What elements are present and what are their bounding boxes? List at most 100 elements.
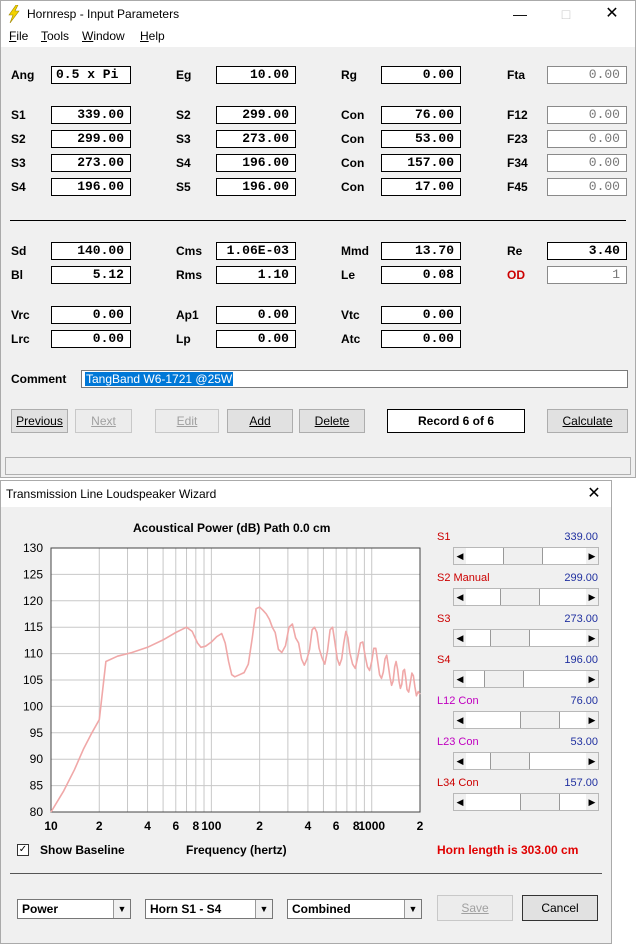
scroll-right-icon[interactable]: ▶	[586, 753, 598, 769]
scroll-left-icon[interactable]: ◀	[454, 794, 466, 810]
calculate-button[interactable]: Calculate	[547, 409, 628, 433]
x-tick-label: 8	[192, 819, 199, 833]
input-parameters-window: Hornresp - Input Parameters — □ ✕ File T…	[0, 0, 636, 478]
slider-value: 273.00	[564, 613, 598, 625]
slider-thumb[interactable]	[502, 548, 543, 564]
vrc-label: Vrc	[11, 308, 30, 322]
slider-scrollbar[interactable]: ◀ ▶	[453, 752, 599, 770]
comment-input[interactable]: TangBand W6-1721 @25W	[81, 370, 628, 388]
cms-input[interactable]: 1.06E-03	[216, 242, 296, 260]
horn-select[interactable]: Horn S1 - S4 ▼	[145, 899, 273, 919]
slider-scrollbar[interactable]: ◀ ▶	[453, 547, 599, 565]
con4-input[interactable]: 17.00	[381, 178, 461, 196]
tl-wizard-window: Transmission Line Loudspeaker Wizard ✕ A…	[0, 480, 612, 944]
s1-input[interactable]: 339.00	[51, 106, 131, 124]
con2-label: Con	[341, 132, 365, 146]
scroll-right-icon[interactable]: ▶	[586, 712, 598, 728]
scroll-left-icon[interactable]: ◀	[454, 753, 466, 769]
f34-input[interactable]: 0.00	[547, 154, 627, 172]
vrc-input[interactable]: 0.00	[51, 306, 131, 324]
s3-input[interactable]: 273.00	[51, 154, 131, 172]
slider-scrollbar[interactable]: ◀ ▶	[453, 629, 599, 647]
slider-thumb[interactable]	[520, 712, 561, 728]
scroll-left-icon[interactable]: ◀	[454, 671, 466, 687]
lrc-input[interactable]: 0.00	[51, 330, 131, 348]
atc-input[interactable]: 0.00	[381, 330, 461, 348]
menu-file[interactable]: File	[9, 29, 28, 43]
edit-button[interactable]: Edit	[155, 409, 219, 433]
delete-button[interactable]: Delete	[299, 409, 365, 433]
lp-input[interactable]: 0.00	[216, 330, 296, 348]
slider-thumb[interactable]	[490, 753, 530, 769]
s2-end-input[interactable]: 299.00	[216, 106, 296, 124]
mmd-input[interactable]: 13.70	[381, 242, 461, 260]
vtc-input[interactable]: 0.00	[381, 306, 461, 324]
show-baseline-checkbox[interactable]: ✓	[17, 844, 29, 856]
s4-end-input[interactable]: 196.00	[216, 154, 296, 172]
scroll-right-icon[interactable]: ▶	[586, 794, 598, 810]
window-title: Hornresp - Input Parameters	[27, 7, 180, 21]
slider-value: 196.00	[564, 654, 598, 666]
scroll-right-icon[interactable]: ▶	[586, 589, 598, 605]
scroll-left-icon[interactable]: ◀	[454, 712, 466, 728]
slider-thumb[interactable]	[490, 630, 530, 646]
scroll-left-icon[interactable]: ◀	[454, 548, 466, 564]
f45-input[interactable]: 0.00	[547, 178, 627, 196]
rg-input[interactable]: 0.00	[381, 66, 461, 84]
le-input[interactable]: 0.08	[381, 266, 461, 284]
s4-input[interactable]: 196.00	[51, 178, 131, 196]
slider-thumb[interactable]	[520, 794, 561, 810]
sd-input[interactable]: 140.00	[51, 242, 131, 260]
f12-input[interactable]: 0.00	[547, 106, 627, 124]
slider-scrollbar[interactable]: ◀ ▶	[453, 711, 599, 729]
con2-input[interactable]: 53.00	[381, 130, 461, 148]
menu-window[interactable]: Window	[82, 29, 125, 43]
save-button[interactable]: Save	[437, 895, 513, 921]
od-input[interactable]: 1	[547, 266, 627, 284]
atc-label: Atc	[341, 332, 361, 346]
s2-input[interactable]: 299.00	[51, 130, 131, 148]
scroll-left-icon[interactable]: ◀	[454, 589, 466, 605]
wizard-divider	[10, 873, 602, 874]
con4-label: Con	[341, 180, 365, 194]
previous-button[interactable]: Previous	[11, 409, 68, 433]
menu-help[interactable]: Help	[140, 29, 165, 43]
next-button[interactable]: Next	[75, 409, 132, 433]
combined-select[interactable]: Combined ▼	[287, 899, 422, 919]
eg-input[interactable]: 10.00	[216, 66, 296, 84]
scroll-right-icon[interactable]: ▶	[586, 548, 598, 564]
cancel-button[interactable]: Cancel	[522, 895, 598, 921]
lrc-label: Lrc	[11, 332, 30, 346]
menu-bar: File Tools Window Help	[1, 27, 635, 47]
scroll-right-icon[interactable]: ▶	[586, 630, 598, 646]
f23-input[interactable]: 0.00	[547, 130, 627, 148]
slider-label: S3	[437, 613, 451, 625]
bl-input[interactable]: 5.12	[51, 266, 131, 284]
minimize-button[interactable]: —	[497, 1, 543, 27]
con3-input[interactable]: 157.00	[381, 154, 461, 172]
s5-input[interactable]: 196.00	[216, 178, 296, 196]
slider-scrollbar[interactable]: ◀ ▶	[453, 588, 599, 606]
s3-end-input[interactable]: 273.00	[216, 130, 296, 148]
scroll-left-icon[interactable]: ◀	[454, 630, 466, 646]
slider-label: S4	[437, 654, 451, 666]
ap1-input[interactable]: 0.00	[216, 306, 296, 324]
maximize-button[interactable]: □	[543, 1, 589, 27]
fta-input[interactable]: 0.00	[547, 66, 627, 84]
scroll-right-icon[interactable]: ▶	[586, 671, 598, 687]
wizard-close-button[interactable]: ✕	[576, 481, 612, 507]
add-button[interactable]: Add	[227, 409, 293, 433]
slider-thumb[interactable]	[484, 671, 525, 687]
slider-thumb[interactable]	[500, 589, 541, 605]
rms-input[interactable]: 1.10	[216, 266, 296, 284]
power-select[interactable]: Power ▼	[17, 899, 131, 919]
slider-scrollbar[interactable]: ◀ ▶	[453, 670, 599, 688]
ang-input[interactable]: 0.5 x Pi	[51, 66, 131, 84]
status-bar	[5, 457, 631, 475]
con1-input[interactable]: 76.00	[381, 106, 461, 124]
chevron-down-icon: ▼	[404, 900, 421, 918]
close-button[interactable]: ✕	[589, 1, 635, 27]
menu-tools[interactable]: Tools	[41, 29, 69, 43]
re-input[interactable]: 3.40	[547, 242, 627, 260]
slider-scrollbar[interactable]: ◀ ▶	[453, 793, 599, 811]
